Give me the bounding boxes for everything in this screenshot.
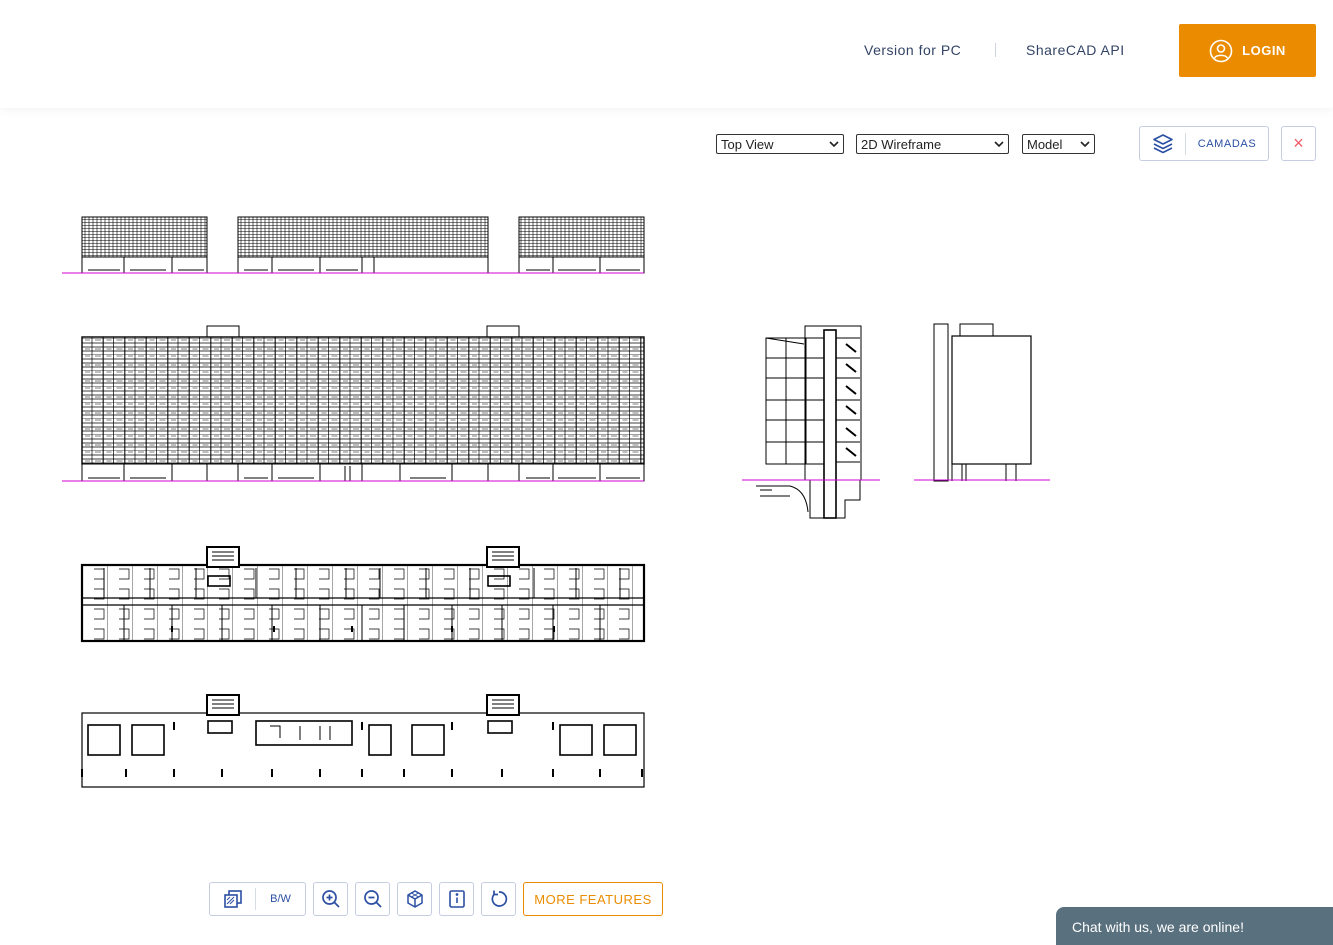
info-button[interactable]: [439, 882, 474, 916]
layers-label: CAMADAS: [1197, 137, 1257, 150]
side-section-left: [742, 325, 880, 519]
background-toggle-icon: [223, 890, 242, 908]
cad-drawing-canvas[interactable]: [0, 160, 1333, 860]
view-select[interactable]: Top View: [716, 134, 844, 154]
zoom-in-button[interactable]: [313, 882, 348, 916]
more-features-button[interactable]: MORE FEATURES: [523, 882, 663, 916]
view-select-value: Top View: [721, 136, 774, 152]
floor-plan-ground: [81, 694, 645, 788]
space-select-value: Model: [1027, 136, 1063, 152]
zoom-in-icon: [321, 890, 340, 908]
zoom-out-button[interactable]: [355, 882, 390, 916]
user-icon: [1209, 39, 1233, 62]
elevation-main-facade: [62, 325, 645, 482]
cube-3d-icon: [406, 890, 423, 908]
login-button[interactable]: LOGIN: [1179, 24, 1316, 77]
chat-widget[interactable]: Chat with us, we are online!: [1056, 907, 1333, 945]
chat-label: Chat with us, we are online!: [1072, 919, 1244, 935]
close-button[interactable]: ×: [1281, 126, 1316, 161]
background-toggle-group[interactable]: B/W: [209, 882, 306, 916]
info-icon: [448, 890, 465, 908]
nav-sharecad-api[interactable]: ShareCAD API: [1026, 42, 1125, 58]
bw-label: B/W: [270, 893, 291, 905]
close-icon: ×: [1293, 133, 1304, 153]
top-header: Version for PC ShareCAD API LOGIN: [0, 0, 1333, 108]
rotate-icon: [491, 890, 507, 907]
layers-button[interactable]: CAMADAS: [1139, 126, 1269, 161]
visual-style-select[interactable]: 2D Wireframe: [856, 134, 1009, 154]
elevation-roof-strip: [62, 216, 645, 274]
visual-style-select-value: 2D Wireframe: [861, 136, 942, 152]
3d-view-button[interactable]: [397, 882, 432, 916]
layers-icon-wrap: [1140, 132, 1186, 155]
zoom-out-icon: [363, 890, 382, 908]
chevron-down-icon: [994, 141, 1004, 148]
login-label: LOGIN: [1242, 43, 1286, 58]
side-elevation-right: [914, 323, 1050, 482]
space-select[interactable]: Model: [1022, 134, 1095, 154]
nav-divider: [995, 43, 996, 57]
nav-version-for-pc[interactable]: Version for PC: [864, 42, 961, 58]
rotate-button[interactable]: [481, 882, 516, 916]
background-toggle-icon-wrap: [210, 888, 256, 910]
layers-icon: [1152, 133, 1173, 153]
chevron-down-icon: [829, 141, 839, 148]
chevron-down-icon: [1080, 141, 1090, 148]
floor-plan-typical: [80, 546, 646, 643]
